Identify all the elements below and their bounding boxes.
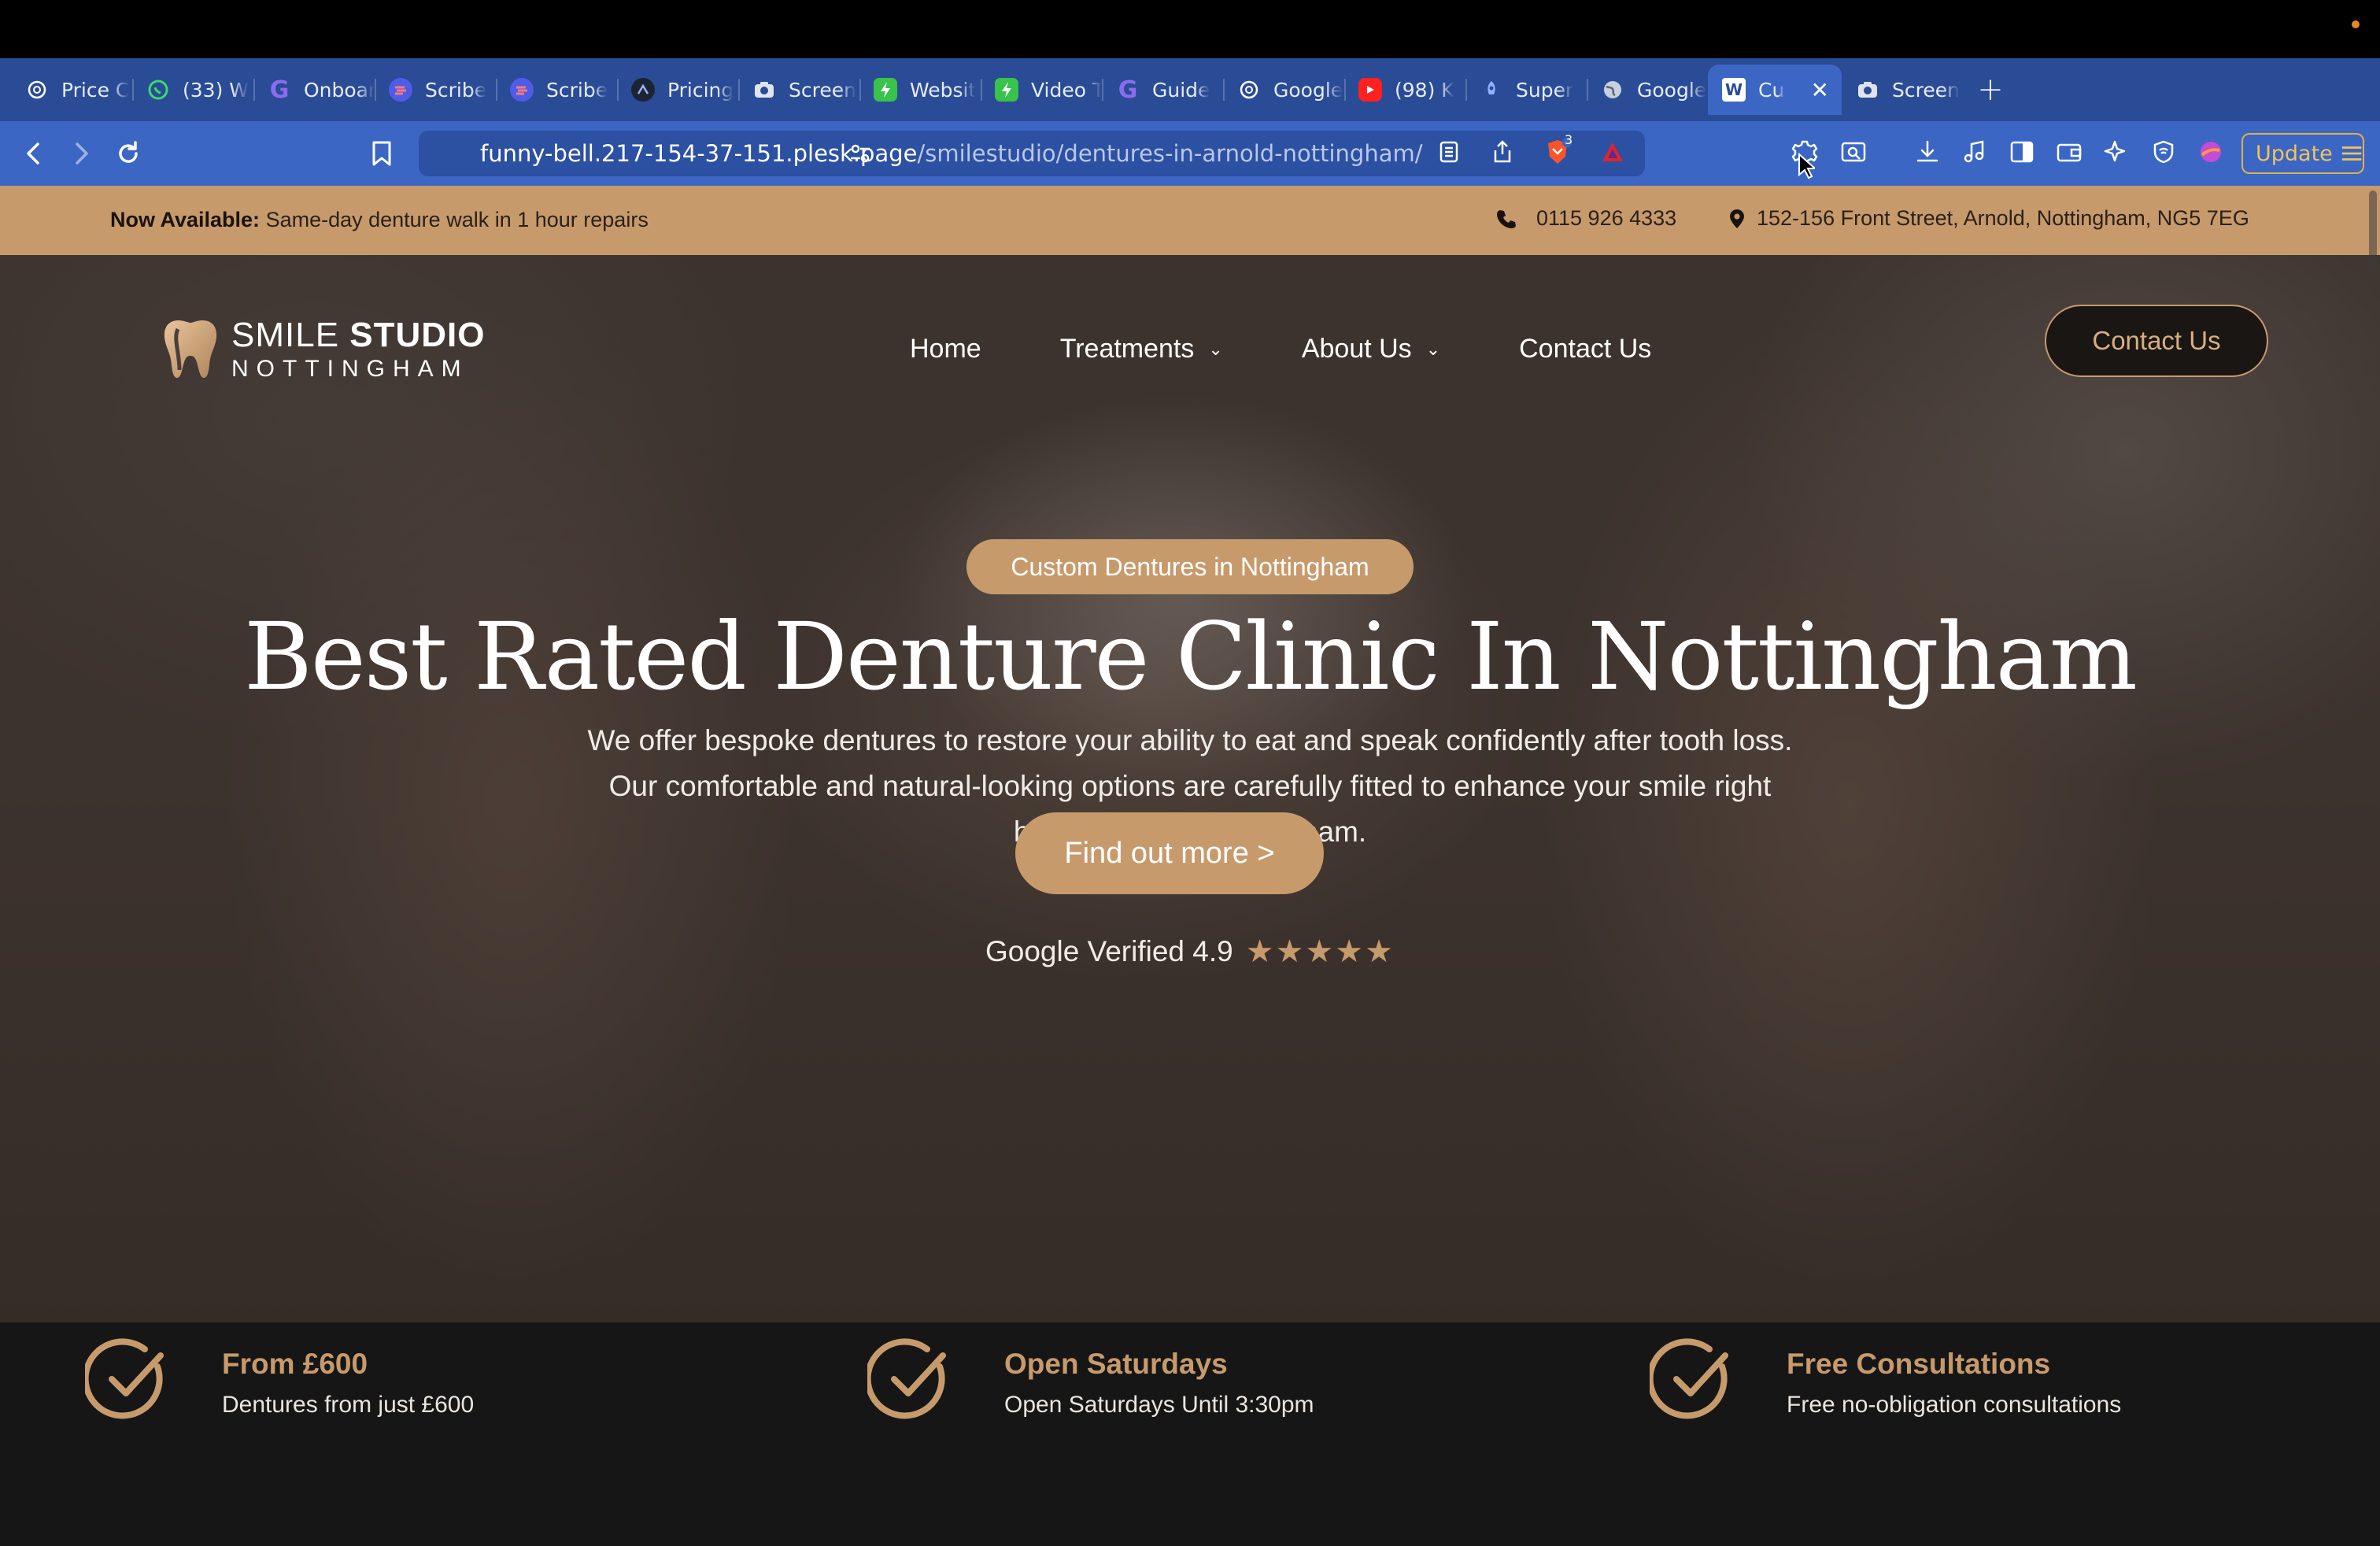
nav-treatments[interactable]: Treatments ⌄ <box>1060 334 1223 364</box>
browser-tab[interactable]: Scribe <box>496 65 617 115</box>
screenshot-search-icon[interactable] <box>1835 134 1872 170</box>
nav-about-us[interactable]: About Us ⌄ <box>1302 334 1440 364</box>
hero-title: Best Rated Denture Clinic In Nottingham <box>244 602 2138 711</box>
camera-icon <box>752 78 776 102</box>
browser-tab[interactable]: Google <box>1223 65 1344 115</box>
green-bolt-icon <box>874 78 897 102</box>
browser-tab[interactable]: Super <box>1465 65 1587 115</box>
globe-icon <box>1601 78 1624 102</box>
browser-tab[interactable]: Price C <box>11 65 132 115</box>
scribe-icon <box>510 78 534 102</box>
status-dot <box>2352 20 2360 28</box>
address-link[interactable]: 152-156 Front Street, Arnold, Nottingham… <box>1728 206 2249 231</box>
browser-tab-active[interactable]: W Cu ✕ <box>1708 65 1842 115</box>
browser-tab[interactable]: G Onboar <box>253 65 375 115</box>
nav-home[interactable]: Home <box>910 334 981 364</box>
browser-toolbar: funny-bell.217-154-37-151.plesk.page/smi… <box>0 121 2380 186</box>
browser-tab[interactable]: Websit <box>859 65 981 115</box>
wordpress-icon: W <box>1722 78 1746 102</box>
hamburger-menu-icon <box>2341 146 2362 161</box>
share-icon[interactable] <box>1484 134 1521 170</box>
site-logo[interactable]: SMILE STUDIO NOTTINGHAM <box>162 318 486 381</box>
star-rating-icon: ★★★★★ <box>1245 934 1395 969</box>
rocket-icon <box>1480 78 1503 102</box>
location-pin-icon <box>1730 209 1744 228</box>
mouse-cursor <box>1798 152 1817 183</box>
phone-link[interactable]: 0115 926 4333 <box>1495 206 1676 231</box>
youtube-icon <box>1358 78 1382 102</box>
pricing-icon <box>631 78 655 102</box>
check-circle-icon <box>1650 1338 1728 1419</box>
announcement-bar: Now Available: Same-day denture walk in … <box>0 186 2380 255</box>
find-out-more-button[interactable]: Find out more > <box>1015 812 1324 894</box>
update-button[interactable]: Update <box>2241 133 2364 174</box>
camera-icon <box>1856 78 1879 102</box>
browser-tab[interactable]: Scribe <box>375 65 496 115</box>
media-icon[interactable] <box>1957 134 1993 170</box>
os-menu-bar <box>0 0 2380 58</box>
tab-strip: Price C (33) W G Onboar Scribe Scribe Pri… <box>0 58 2380 121</box>
back-icon[interactable] <box>16 135 52 172</box>
browser-tab[interactable]: Screen <box>738 65 859 115</box>
brave-rewards-icon[interactable] <box>1595 134 1631 170</box>
openai-icon <box>25 78 49 102</box>
wallet-icon[interactable] <box>2051 134 2087 170</box>
tooth-logo-icon <box>164 320 217 378</box>
downloads-icon[interactable] <box>1909 134 1946 170</box>
page-scrollbar[interactable] <box>2369 190 2377 272</box>
header-contact-button[interactable]: Contact Us <box>2045 305 2268 377</box>
browser-tab[interactable]: (33) W <box>132 65 253 115</box>
google-rating: Google Verified 4.9 ★★★★★ <box>985 934 1395 969</box>
hero-section: SMILE STUDIO NOTTINGHAM Home Treatments ⌄… <box>0 255 2380 1322</box>
close-tab-icon[interactable]: ✕ <box>1811 77 1829 103</box>
bookmark-icon[interactable] <box>364 135 400 172</box>
shields-count: 3 <box>1565 132 1573 147</box>
gamma-g-icon: G <box>1118 76 1138 104</box>
feature-price: From £600 Dentures from just £600 <box>85 1338 474 1425</box>
nav-contact-us[interactable]: Contact Us <box>1519 334 1651 364</box>
browser-tab[interactable]: (98) K <box>1344 65 1465 115</box>
green-bolt-icon <box>995 78 1018 102</box>
browser-tab[interactable]: Screen <box>1842 65 1963 115</box>
hero-eyebrow-badge: Custom Dentures in Nottingham <box>966 539 1414 594</box>
gamma-g-icon: G <box>269 76 290 104</box>
main-nav: Home Treatments ⌄ About Us ⌄ Contact Us <box>910 334 1730 364</box>
url-path: /smilestudio/dentures-in-arnold-nottingh… <box>917 140 1423 167</box>
feature-consultations: Free Consultations Free no-obligation co… <box>1650 1338 2121 1425</box>
brave-shields-icon[interactable]: 3 <box>1539 132 1576 170</box>
site-settings-icon[interactable] <box>848 142 872 165</box>
whatsapp-icon <box>146 78 170 102</box>
browser-tab[interactable]: Google <box>1587 65 1708 115</box>
profile-avatar[interactable] <box>2193 134 2229 170</box>
forward-icon[interactable] <box>63 135 99 172</box>
leo-ai-icon[interactable] <box>2098 134 2134 170</box>
browser-tab[interactable]: Pricing <box>617 65 738 115</box>
phone-icon <box>1497 209 1516 228</box>
scribe-icon <box>389 78 412 102</box>
browser-tab[interactable]: G Guide <box>1102 65 1223 115</box>
browser-tab[interactable]: Video T <box>981 65 1102 115</box>
new-tab-button[interactable]: + <box>1963 65 2018 115</box>
sidebar-icon[interactable] <box>2004 134 2040 170</box>
reload-icon[interactable] <box>110 135 146 172</box>
feature-saturdays: Open Saturdays Open Saturdays Until 3:30… <box>867 1338 1314 1425</box>
check-circle-icon <box>85 1338 164 1419</box>
reader-mode-icon[interactable] <box>1431 134 1467 170</box>
chevron-down-icon: ⌄ <box>1425 338 1441 359</box>
chevron-down-icon: ⌄ <box>1208 338 1223 359</box>
vpn-icon[interactable] <box>2145 134 2182 170</box>
check-circle-icon <box>867 1338 946 1419</box>
page-viewport: Now Available: Same-day denture walk in … <box>0 186 2380 1546</box>
announcement-text: Now Available: Same-day denture walk in … <box>110 208 649 231</box>
openai-icon <box>1237 78 1261 102</box>
